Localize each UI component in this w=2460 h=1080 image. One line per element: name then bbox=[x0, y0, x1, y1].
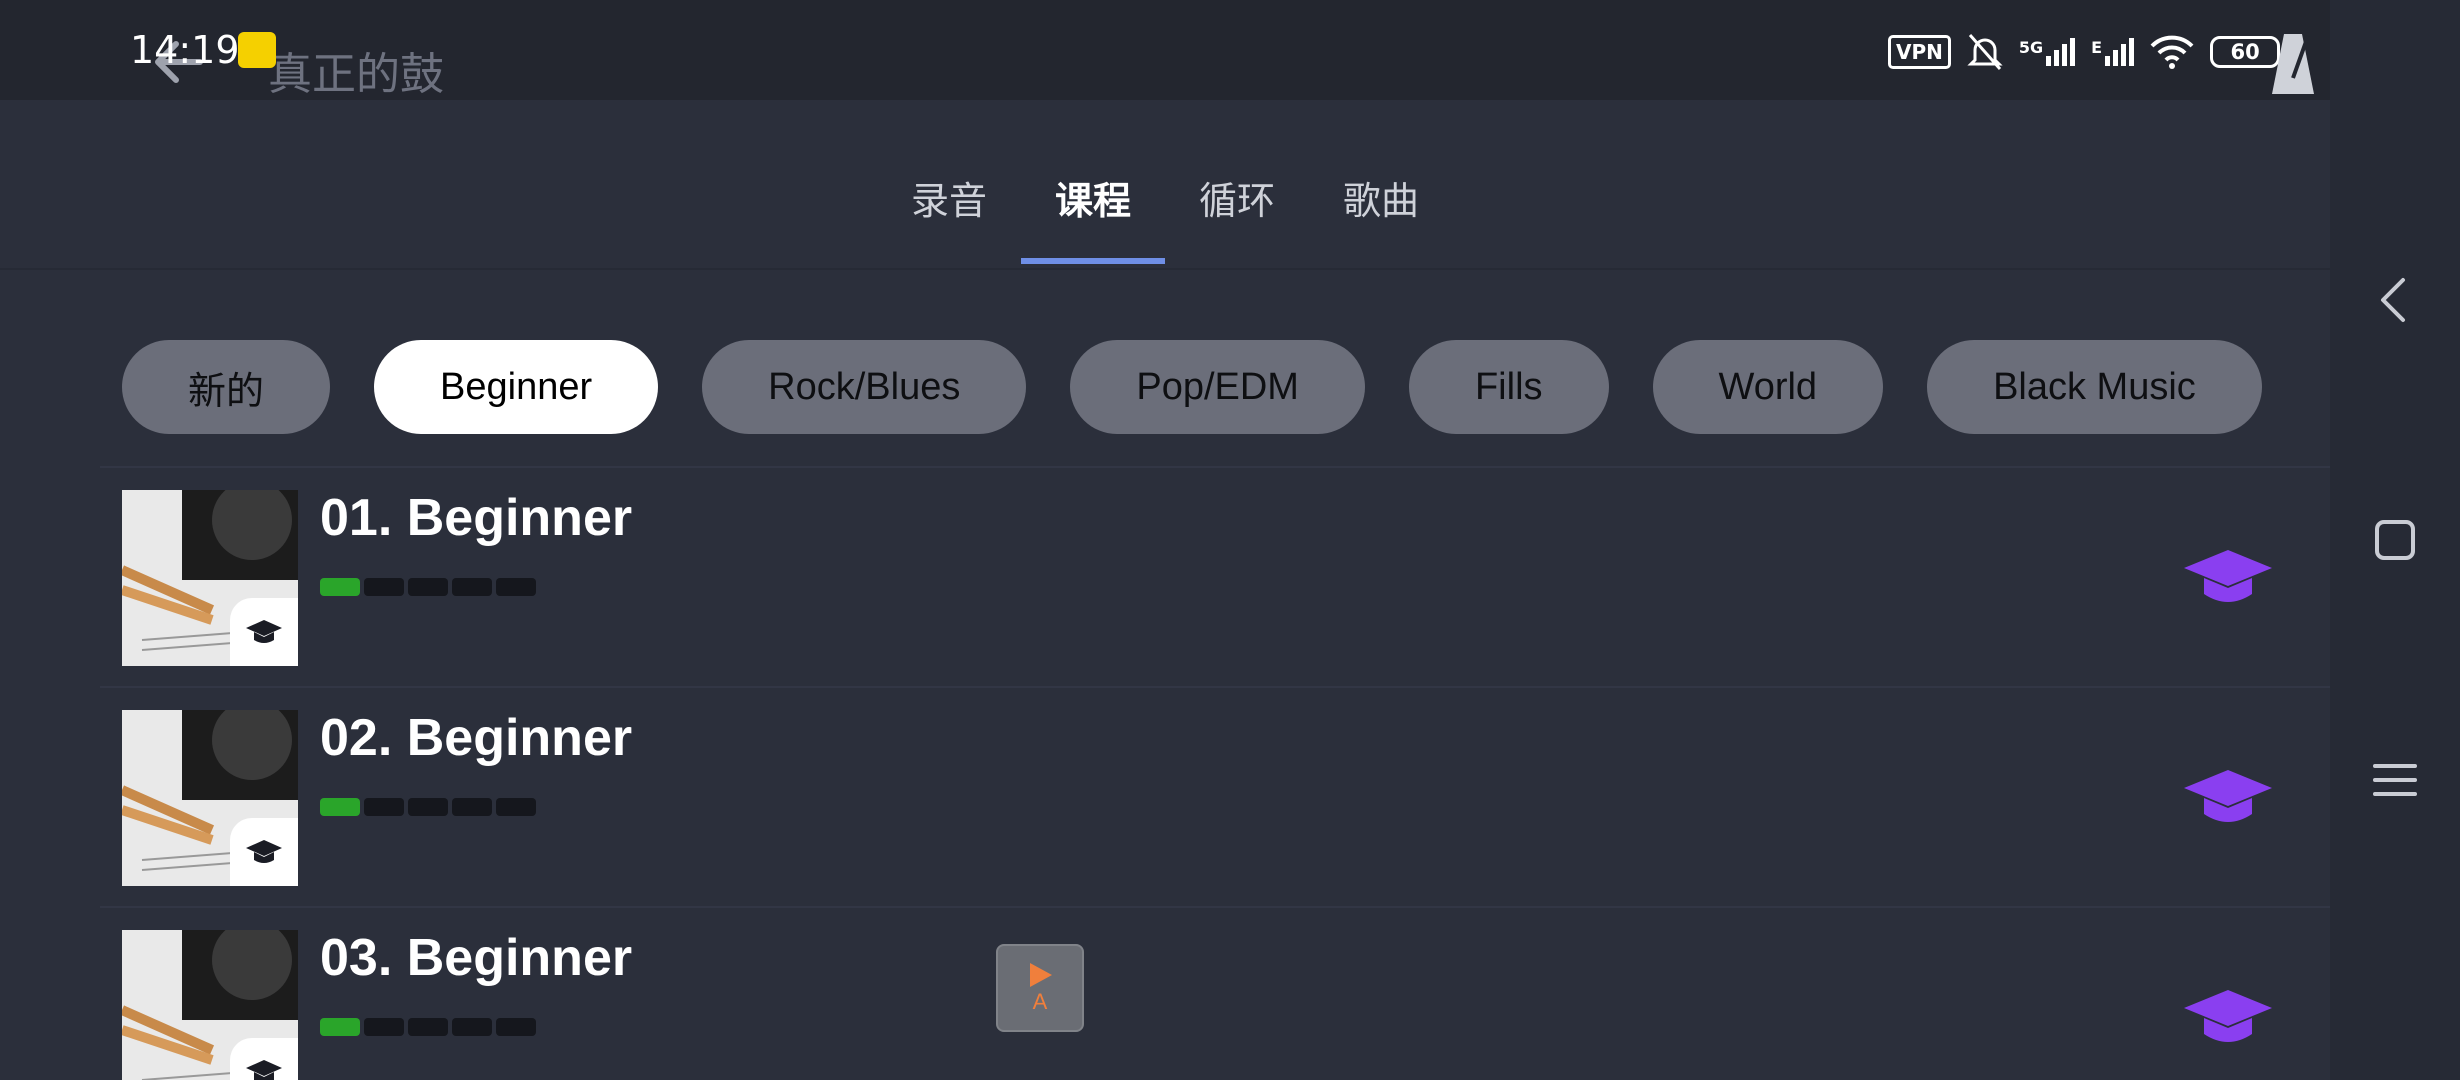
app-title: 真正的鼓 bbox=[268, 49, 444, 100]
graduation-cap-icon bbox=[246, 840, 282, 863]
status-icons: VPN 5G E 60 bbox=[1888, 30, 2288, 74]
list-item[interactable]: 02. Beginner bbox=[100, 686, 2360, 906]
tab-lessons[interactable]: 课程 bbox=[1021, 170, 1165, 264]
chip-rock-blues[interactable]: Rock/Blues bbox=[702, 340, 1027, 434]
tab-loops[interactable]: 循环 bbox=[1165, 170, 1309, 264]
lesson-thumbnail bbox=[122, 710, 298, 886]
menu-icon[interactable] bbox=[2367, 752, 2423, 808]
lesson-progress bbox=[320, 578, 536, 596]
wifi-icon bbox=[2150, 35, 2194, 69]
lesson-title: 03. Beginner bbox=[320, 929, 633, 987]
chip-pop-edm[interactable]: Pop/EDM bbox=[1070, 340, 1365, 434]
mute-bell-icon bbox=[1967, 34, 2003, 70]
tab-songs[interactable]: 歌曲 bbox=[1309, 170, 1453, 264]
play-icon bbox=[1030, 963, 1052, 987]
lesson-thumbnail bbox=[122, 930, 298, 1080]
graduation-cap-icon[interactable] bbox=[2182, 548, 2274, 610]
notification-app-icon bbox=[238, 32, 276, 68]
graduation-cap-icon bbox=[246, 620, 282, 643]
graduation-cap-icon[interactable] bbox=[2182, 988, 2274, 1050]
chip-beginner[interactable]: Beginner bbox=[374, 340, 659, 434]
graduation-cap-icon bbox=[246, 1060, 282, 1080]
chip-new[interactable]: 新的 bbox=[122, 340, 331, 434]
lesson-list: 01. Beginner 02. Beginner 03. Beginner bbox=[100, 466, 2360, 1080]
tabs-divider bbox=[0, 268, 2330, 270]
lesson-thumbnail bbox=[122, 490, 298, 666]
chip-world[interactable]: World bbox=[1652, 340, 1884, 434]
metronome-icon[interactable] bbox=[2268, 30, 2318, 98]
main-tabs: 录音 课程 循环 歌曲 bbox=[0, 170, 2330, 264]
system-nav-bar bbox=[2330, 0, 2460, 1080]
chip-black-music[interactable]: Black Music bbox=[1927, 340, 2262, 434]
lesson-progress bbox=[320, 798, 536, 816]
lesson-title: 02. Beginner bbox=[320, 709, 633, 767]
back-chevron-icon[interactable] bbox=[2367, 272, 2423, 328]
signal-e-icon: E bbox=[2091, 38, 2135, 66]
lesson-title: 01. Beginner bbox=[320, 489, 633, 547]
lesson-badge bbox=[230, 1038, 298, 1080]
lesson-badge bbox=[230, 818, 298, 886]
lesson-progress bbox=[320, 1018, 536, 1036]
category-chips: 新的 Beginner Rock/Blues Pop/EDM Fills Wor… bbox=[122, 340, 2262, 434]
app-bar: 真正的鼓 14:19 VPN 5G E 60 bbox=[0, 0, 2330, 100]
chip-fills[interactable]: Fills bbox=[1408, 340, 1609, 434]
graduation-cap-icon[interactable] bbox=[2182, 768, 2274, 830]
signal-5g-icon: 5G bbox=[2019, 38, 2076, 66]
status-time: 14:19 bbox=[130, 28, 240, 72]
floating-play-label: A bbox=[1032, 989, 1048, 1014]
square-icon[interactable] bbox=[2367, 512, 2423, 568]
tab-recording[interactable]: 录音 bbox=[877, 170, 1021, 264]
list-item[interactable]: 01. Beginner bbox=[100, 466, 2360, 686]
list-item[interactable]: 03. Beginner bbox=[100, 906, 2360, 1080]
vpn-indicator: VPN bbox=[1888, 35, 1951, 69]
lesson-badge bbox=[230, 598, 298, 666]
floating-play-button[interactable]: A bbox=[996, 944, 1084, 1032]
